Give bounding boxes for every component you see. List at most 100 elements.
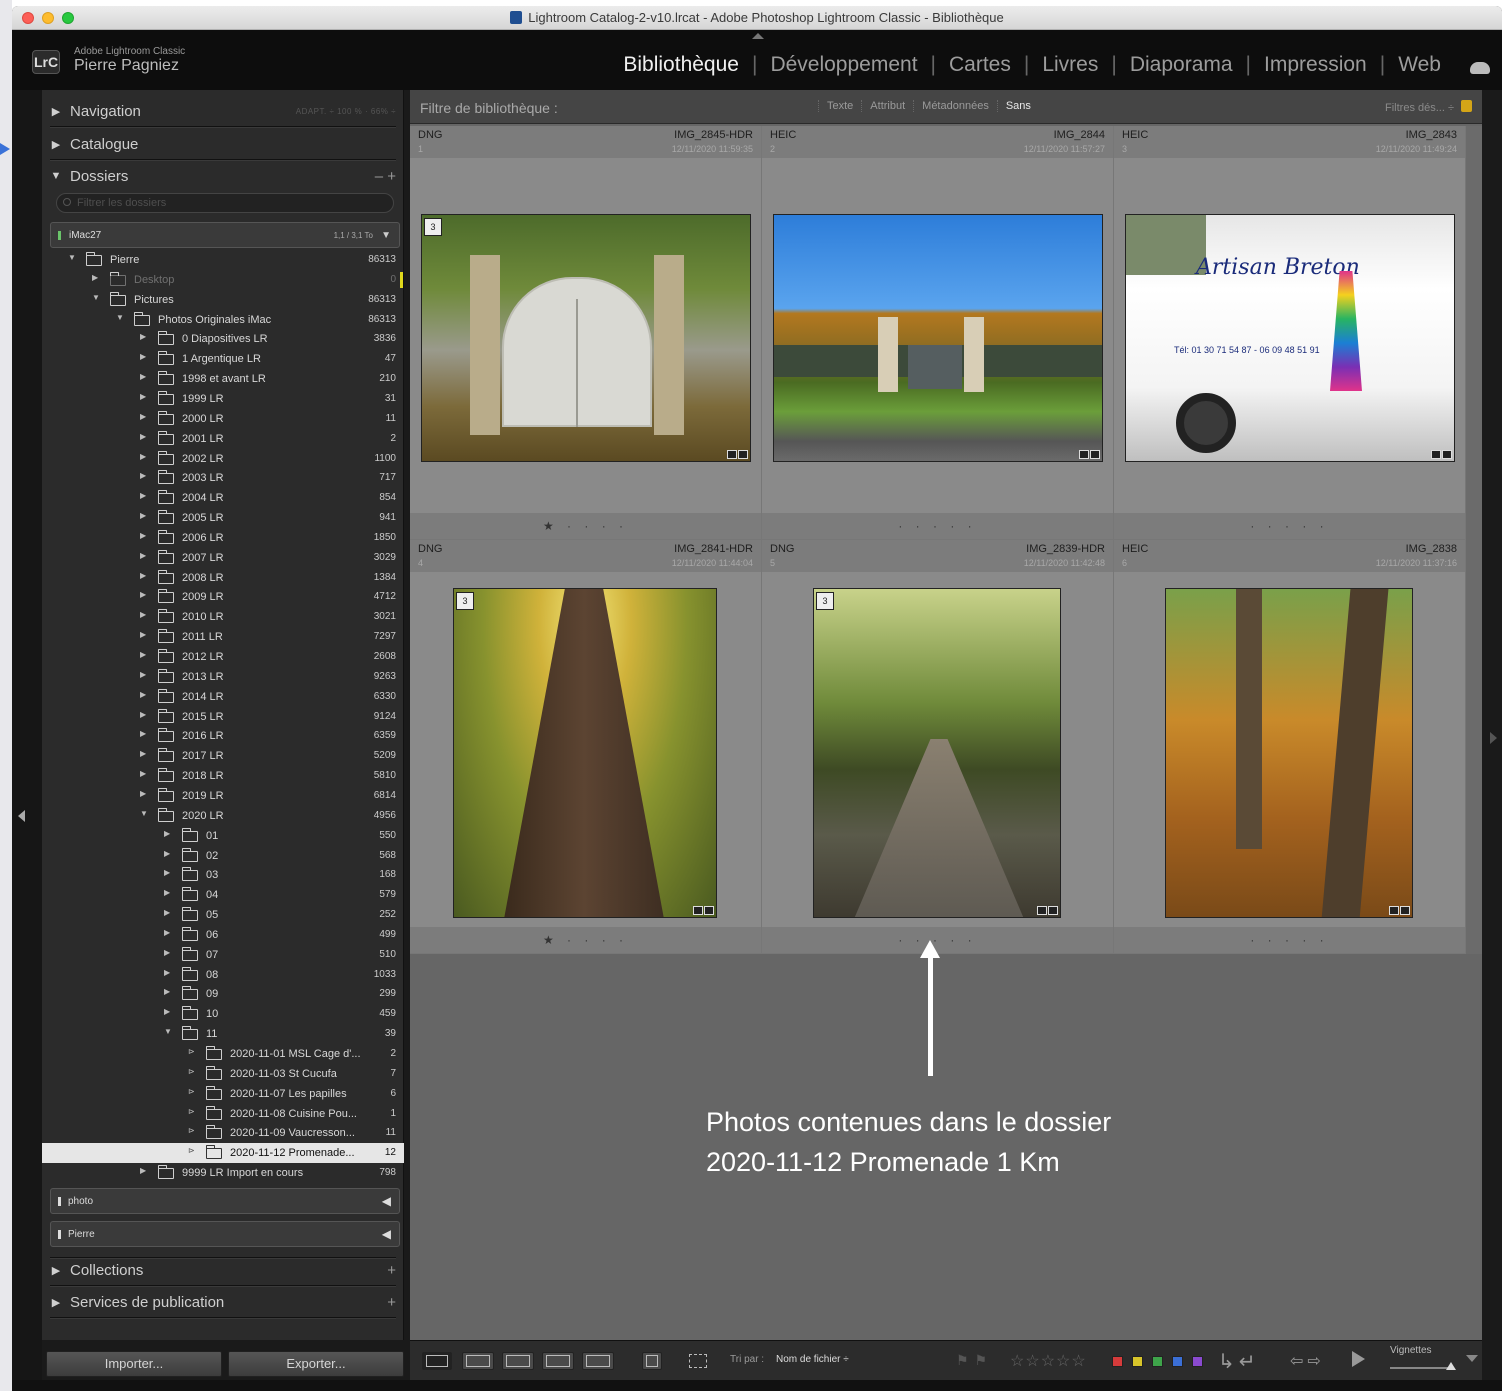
folder-row[interactable]: ⊳ 2020-11-07 Les papilles 6	[48, 1084, 404, 1104]
stack-count-badge[interactable]: 3	[816, 592, 834, 610]
star-rating[interactable]: ★ · · · ·	[410, 933, 761, 947]
folder-row[interactable]: ▶ 9999 LR Import en cours 798	[48, 1163, 404, 1183]
panel-catalogue-header[interactable]: ▶ Catalogue	[42, 129, 404, 159]
folder-row[interactable]: ▶ 2016 LR 6359	[48, 726, 404, 746]
photo-thumbnail[interactable]	[421, 214, 751, 462]
folder-row[interactable]: ▶ 2000 LR 11	[48, 409, 404, 429]
collapse-triangle-icon[interactable]: ▼	[140, 809, 148, 818]
folder-row[interactable]: ⊳ 2020-11-03 St Cucufa 7	[48, 1064, 404, 1084]
comment-badge-icon[interactable]	[727, 450, 737, 459]
expand-triangle-icon[interactable]: ▶	[140, 729, 146, 738]
expand-triangle-icon[interactable]: ▶	[92, 273, 98, 282]
folder-row[interactable]: ▶ 08 1033	[48, 965, 404, 985]
expand-triangle-icon[interactable]: ▶	[42, 1296, 70, 1309]
module-4[interactable]: Diaporama	[1117, 53, 1246, 77]
people-view-button[interactable]	[582, 1352, 614, 1370]
develop-badge-icon[interactable]	[738, 450, 748, 459]
star-rating[interactable]: · · · · ·	[1114, 519, 1465, 533]
expand-triangle-icon[interactable]: ▶	[140, 531, 146, 540]
module-5[interactable]: Impression	[1251, 53, 1380, 77]
color-label-4[interactable]	[1192, 1356, 1203, 1367]
expand-triangle-icon[interactable]: ⊳	[188, 1067, 195, 1076]
expand-triangle-icon[interactable]: ⊳	[188, 1047, 195, 1056]
thumbnail-cell[interactable]: HEIC IMG_2838 6 12/11/2020 11:37:16 · · · · …	[1114, 540, 1466, 954]
expand-triangle-icon[interactable]: ▶	[140, 491, 146, 500]
filter-presets-dropdown[interactable]: Filtres dés... ÷	[1385, 102, 1454, 114]
star-rating[interactable]: · · · · ·	[1114, 933, 1465, 947]
folder-row[interactable]: ▶ 1999 LR 31	[48, 389, 404, 409]
rating-stars[interactable]: ☆☆☆☆☆	[1010, 1351, 1087, 1371]
play-slideshow-icon[interactable]	[1352, 1351, 1365, 1367]
painter-button[interactable]	[642, 1352, 662, 1370]
folder-row[interactable]: ▼ Pierre 86313	[48, 250, 404, 270]
comment-badge-icon[interactable]	[1037, 906, 1047, 915]
thumbnail-cell[interactable]: HEIC IMG_2844 2 12/11/2020 11:57:27 · · · · …	[762, 126, 1114, 540]
folder-row[interactable]: ▶ 2001 LR 2	[48, 429, 404, 449]
expand-triangle-icon[interactable]: ▶	[140, 590, 146, 599]
folder-row[interactable]: ▶ 2014 LR 6330	[48, 687, 404, 707]
color-label-1[interactable]	[1132, 1356, 1143, 1367]
expand-triangle-icon[interactable]: ▶	[140, 551, 146, 560]
collapse-triangle-icon[interactable]: ▼	[92, 293, 100, 302]
expand-triangle-icon[interactable]: ⊳	[188, 1087, 195, 1096]
expand-triangle-icon[interactable]: ▶	[140, 471, 146, 480]
folder-row[interactable]: ▶ 10 459	[48, 1004, 404, 1024]
expand-triangle-icon[interactable]: ▶	[140, 769, 146, 778]
expand-triangle-icon[interactable]: ▶	[164, 1007, 170, 1016]
module-2[interactable]: Cartes	[936, 53, 1024, 77]
folder-row[interactable]: ⊳ 2020-11-08 Cuisine Pou... 1	[48, 1104, 404, 1124]
develop-badge-icon[interactable]	[1400, 906, 1410, 915]
thumbnail-cell[interactable]: DNG IMG_2839-HDR 5 12/11/2020 11:42:48 3 · · …	[762, 540, 1114, 954]
expand-triangle-icon[interactable]: ▶	[164, 868, 170, 877]
expand-triangle-icon[interactable]: ▶	[140, 452, 146, 461]
folder-row[interactable]: ▶ 1998 et avant LR 210	[48, 369, 404, 389]
rotate-buttons[interactable]: ↳↵	[1218, 1349, 1260, 1374]
volume-bar-1[interactable]: Pierre ◀	[50, 1221, 400, 1247]
folder-row[interactable]: ▶ 2008 LR 1384	[48, 568, 404, 588]
color-label-0[interactable]	[1112, 1356, 1123, 1367]
expand-triangle-icon[interactable]: ▶	[140, 690, 146, 699]
thumbnail-cell[interactable]: DNG IMG_2845-HDR 1 12/11/2020 11:59:35 3 ★ · …	[410, 126, 762, 540]
expand-triangle-icon[interactable]: ▶	[140, 332, 146, 341]
folder-row[interactable]: ▶ 2002 LR 1100	[48, 449, 404, 469]
expand-triangle-icon[interactable]: ▶	[140, 789, 146, 798]
expand-triangle-icon[interactable]: ⊳	[188, 1126, 195, 1135]
expand-triangle-icon[interactable]: ⊳	[188, 1146, 195, 1155]
import-button[interactable]: Importer...	[46, 1351, 222, 1377]
expand-right-panel-icon[interactable]	[1490, 732, 1497, 744]
flag-buttons[interactable]: ⚑⚑	[956, 1352, 993, 1369]
folder-row[interactable]: ▶ 04 579	[48, 885, 404, 905]
expand-triangle-icon[interactable]: ▶	[140, 610, 146, 619]
compare-view-button[interactable]	[502, 1352, 534, 1370]
folder-row[interactable]: ▶ 09 299	[48, 984, 404, 1004]
expand-triangle-icon[interactable]: ▶	[164, 829, 170, 838]
comment-badge-icon[interactable]	[1079, 450, 1089, 459]
folder-row[interactable]: ▶ 01 550	[48, 826, 404, 846]
module-1[interactable]: Développement	[757, 53, 930, 77]
folder-row[interactable]: ▶ 1 Argentique LR 47	[48, 349, 404, 369]
folder-row[interactable]: ▶ 2005 LR 941	[48, 508, 404, 528]
star-rating[interactable]: · · · · ·	[762, 519, 1113, 533]
expand-triangle-icon[interactable]: ⊳	[188, 1107, 195, 1116]
filter-option-2[interactable]: Métadonnées	[913, 100, 997, 112]
expand-triangle-icon[interactable]: ▶	[140, 1166, 146, 1175]
folder-row[interactable]: ▶ 05 252	[48, 905, 404, 925]
folder-row[interactable]: ▶ 2003 LR 717	[48, 468, 404, 488]
expand-triangle-icon[interactable]: ▶	[164, 849, 170, 858]
expand-triangle-icon[interactable]: ▶	[164, 948, 170, 957]
color-label-3[interactable]	[1172, 1356, 1183, 1367]
folder-row[interactable]: ▶ 2018 LR 5810	[48, 766, 404, 786]
collapse-triangle-icon[interactable]: ▼	[68, 253, 76, 262]
folder-filter-input[interactable]: Filtrer les dossiers	[56, 193, 394, 213]
folder-row[interactable]: ⊳ 2020-11-01 MSL Cage d'... 2	[48, 1044, 404, 1064]
folder-row[interactable]: ▶ 02 568	[48, 846, 404, 866]
module-3[interactable]: Livres	[1029, 53, 1111, 77]
folder-row[interactable]: ▶ 0 Diapositives LR 3836	[48, 329, 404, 349]
left-panel-edge[interactable]	[12, 90, 42, 1391]
expand-triangle-icon[interactable]: ▶	[140, 511, 146, 520]
add-publish-service-button[interactable]: +	[387, 1294, 396, 1311]
filter-option-0[interactable]: Texte	[818, 100, 861, 112]
folder-row[interactable]: ▶ 2013 LR 9263	[48, 667, 404, 687]
export-button[interactable]: Exporter...	[228, 1351, 404, 1377]
folder-row[interactable]: ▶ 03 168	[48, 865, 404, 885]
